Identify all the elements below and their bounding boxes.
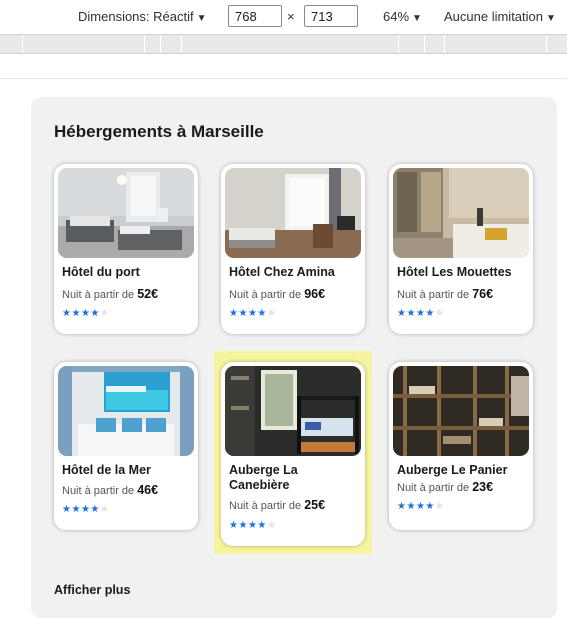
star-icon: ★: [238, 520, 248, 531]
star-icon: ★: [90, 308, 100, 319]
hotel-photo: [225, 168, 361, 258]
zoom-dropdown[interactable]: 64% ▼: [383, 9, 422, 24]
star-icon: ★: [80, 308, 91, 319]
hotel-price: Nuit à partir de 25€: [229, 498, 326, 512]
hotel-price: Nuit à partir de 76€: [397, 287, 494, 301]
ruler-segment: [22, 35, 23, 53]
hotel-card[interactable]: Auberge La Canebière Nuit à partir de 25…: [221, 362, 365, 546]
hotel-photo: [58, 168, 194, 258]
hotel-name: Hôtel Chez Amina: [229, 265, 335, 279]
ruler-segment: [398, 35, 399, 53]
rating-stars: ★★★★★: [397, 308, 444, 319]
hotel-photo: [393, 168, 529, 258]
star-icon: ★: [425, 308, 435, 319]
ruler-segment: [546, 35, 547, 53]
star-icon: ★: [247, 308, 258, 319]
rating-stars: ★★★★★: [62, 308, 109, 319]
star-icon: ★: [266, 520, 277, 531]
media-query-ruler[interactable]: [0, 34, 567, 54]
star-icon: ★: [238, 308, 248, 319]
star-icon: ★: [266, 308, 277, 319]
caret-down-icon: ▼: [196, 13, 207, 24]
star-icon: ★: [71, 504, 81, 515]
star-icon: ★: [425, 501, 435, 512]
hotel-price: Nuit à partir de 23€: [397, 480, 494, 494]
star-icon: ★: [99, 504, 110, 515]
star-icon: ★: [257, 308, 267, 319]
caret-down-icon: ▼: [546, 13, 556, 24]
hotel-card[interactable]: Hôtel du port Nuit à partir de 52€ ★★★★★: [54, 164, 198, 334]
star-icon: ★: [415, 308, 426, 319]
device-toolbar: Dimensions: Réactif▼ × 64%▼ Aucune limit…: [0, 0, 567, 34]
show-more-link[interactable]: Afficher plus: [54, 583, 130, 597]
star-icon: ★: [406, 308, 416, 319]
caret-down-icon: ▼: [412, 13, 422, 24]
times-symbol: ×: [287, 9, 295, 24]
rating-stars: ★★★★★: [397, 501, 444, 512]
star-icon: ★: [434, 308, 445, 319]
width-input[interactable]: [228, 5, 282, 27]
star-icon: ★: [257, 520, 267, 531]
star-icon: ★: [406, 501, 416, 512]
star-icon: ★: [415, 501, 426, 512]
divider: [0, 78, 567, 79]
hotel-price: Nuit à partir de 96€: [229, 287, 326, 301]
hotel-name: Hôtel de la Mer: [62, 463, 151, 477]
star-icon: ★: [80, 504, 91, 515]
page: Dimensions: Réactif▼ × 64%▼ Aucune limit…: [0, 0, 567, 618]
hotel-card[interactable]: Hôtel Les Mouettes Nuit à partir de 76€ …: [389, 164, 533, 334]
star-icon: ★: [71, 308, 81, 319]
hotel-name: Auberge La Canebière: [229, 463, 298, 492]
hotel-card[interactable]: Auberge Le Panier Nuit à partir de 23€ ★…: [389, 362, 533, 530]
ruler-segment: [444, 35, 445, 53]
hotel-name: Hôtel Les Mouettes: [397, 265, 512, 279]
ruler-segment: [144, 35, 145, 53]
rating-stars: ★★★★★: [229, 520, 276, 531]
hotel-card[interactable]: Hôtel Chez Amina Nuit à partir de 96€ ★★…: [221, 164, 365, 334]
star-icon: ★: [434, 501, 445, 512]
ruler-segment: [181, 35, 182, 53]
ruler-segment: [160, 35, 161, 53]
star-icon: ★: [90, 504, 100, 515]
star-icon: ★: [247, 520, 258, 531]
height-input[interactable]: [304, 5, 358, 27]
hotel-photo: [58, 366, 194, 456]
hotel-price: Nuit à partir de 46€: [62, 483, 159, 497]
hotel-name: Auberge Le Panier: [397, 463, 508, 477]
hotel-name: Hôtel du port: [62, 265, 140, 279]
rating-stars: ★★★★★: [229, 308, 276, 319]
ruler-segment: [424, 35, 425, 53]
hotel-price: Nuit à partir de 52€: [62, 287, 159, 301]
dimensions-dropdown[interactable]: Dimensions: Réactif ▼: [78, 9, 207, 24]
hotel-photo: [225, 366, 361, 456]
throttle-dropdown[interactable]: Aucune limitation ▼: [444, 9, 556, 24]
section-title: Hébergements à Marseille: [54, 122, 264, 141]
hotel-card[interactable]: Hôtel de la Mer Nuit à partir de 46€ ★★★…: [54, 362, 198, 530]
rating-stars: ★★★★★: [62, 504, 109, 515]
hotel-photo: [393, 366, 529, 456]
star-icon: ★: [99, 308, 110, 319]
